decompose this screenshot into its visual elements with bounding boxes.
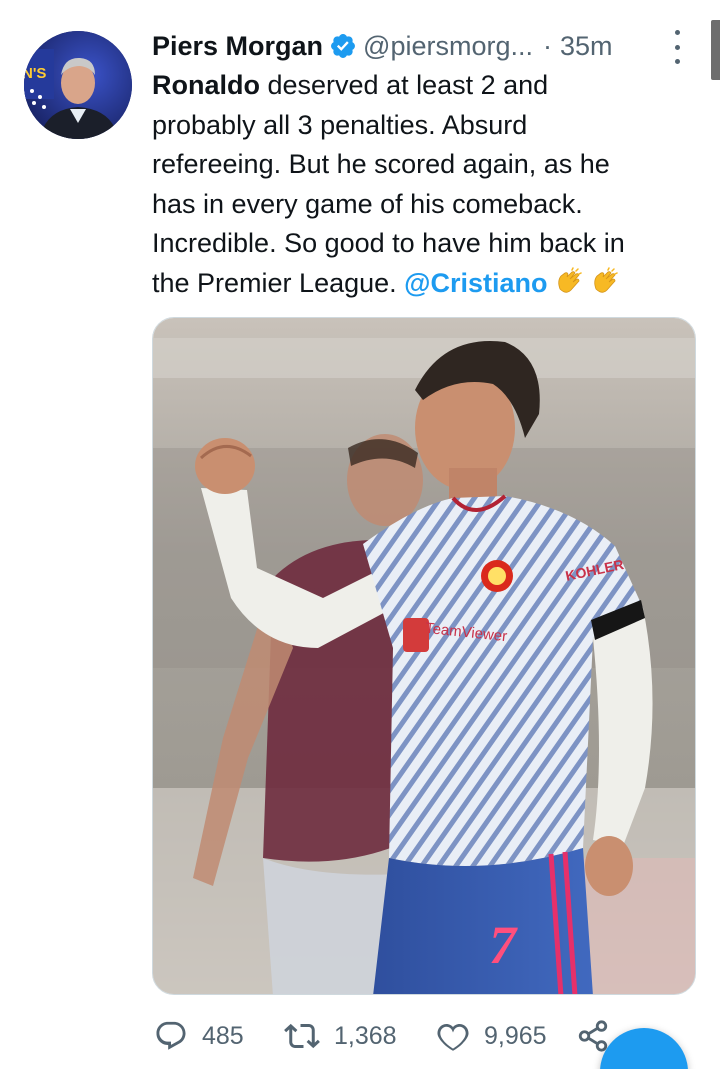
more-vertical-icon[interactable]: [662, 30, 692, 64]
tweet-screen: N'S Piers Morgan @piersmorg... · 35m Ron…: [0, 0, 720, 1069]
tweet-text: Ronaldo deserved at least 2 and probably…: [152, 66, 702, 304]
heart-icon: [437, 1023, 469, 1051]
shirt-number-text: 7: [489, 915, 516, 975]
tweet-photo[interactable]: TeamViewer KOHLER 7: [152, 317, 696, 995]
avatar[interactable]: N'S: [24, 31, 132, 139]
retweet-button[interactable]: 1,368: [284, 1012, 397, 1060]
scroll-edge-indicator: [711, 20, 720, 80]
verified-badge-icon: [331, 34, 356, 58]
retweet-count: 1,368: [334, 1021, 397, 1050]
tweet-timestamp[interactable]: 35m: [560, 31, 613, 62]
clapping-hands-icon: [557, 267, 582, 293]
mention-link[interactable]: @Cristiano: [404, 268, 547, 298]
clapping-hands-icon: [593, 267, 618, 293]
reply-count: 485: [202, 1021, 244, 1050]
retweet-icon: [284, 1023, 320, 1049]
like-count: 9,965: [484, 1021, 547, 1050]
share-icon: [578, 1020, 608, 1052]
reply-button[interactable]: 485: [154, 1012, 244, 1060]
author-name[interactable]: Piers Morgan: [152, 31, 323, 62]
tweet-text-line: has in every game of his comeback.: [152, 188, 583, 219]
tweet-text-line: refereeing. But he scored again, as he: [152, 149, 610, 180]
tweet-header: Piers Morgan @piersmorg... · 35m: [152, 25, 613, 67]
tweet-text-bold: Ronaldo: [152, 70, 260, 100]
header-separator: ·: [543, 30, 552, 61]
tweet-text-line: probably all 3 penalties. Absurd: [152, 109, 528, 140]
tweet-text-prefix: the Premier League.: [152, 267, 405, 298]
author-handle[interactable]: @piersmorg...: [363, 31, 533, 62]
tweet-text-line: the Premier League. @Cristiano: [152, 264, 702, 304]
like-button[interactable]: 9,965: [436, 1012, 547, 1060]
avatar-badge-text: N'S: [24, 65, 47, 82]
reply-bubble-icon: [156, 1021, 186, 1050]
tweet-text-line: Incredible. So good to have him back in: [152, 228, 625, 259]
tweet-text-rest: deserved at least 2 and: [260, 70, 549, 100]
tweet-text-line: Ronaldo deserved at least 2 and: [152, 66, 702, 106]
